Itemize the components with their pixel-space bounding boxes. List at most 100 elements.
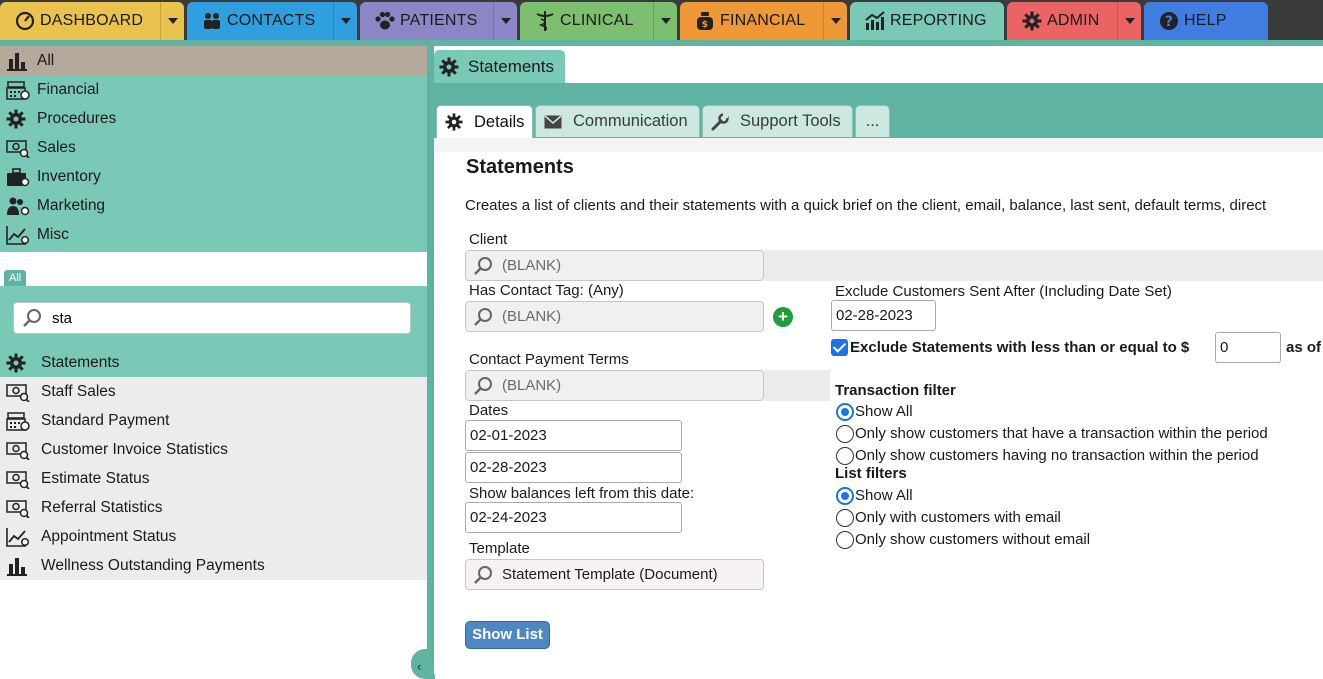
chevron-down-icon[interactable] xyxy=(333,2,357,40)
nav-tab-patients[interactable]: PATIENTS xyxy=(360,2,517,40)
nav-tab-reporting[interactable]: REPORTING xyxy=(850,2,1004,40)
exclude-less-checkbox[interactable] xyxy=(831,339,848,356)
report-search[interactable] xyxy=(13,302,411,334)
category-list: All Financial Procedures Sales Inventory xyxy=(0,46,427,252)
report-item-statements[interactable]: Statements xyxy=(0,348,427,377)
chevron-down-icon[interactable] xyxy=(160,2,184,40)
tab-details[interactable]: Details xyxy=(436,105,533,138)
nav-tab-label: HELP xyxy=(1184,12,1227,29)
exclude-sent-date-field[interactable]: 02-28-2023 xyxy=(831,300,936,331)
chevron-down-icon[interactable] xyxy=(823,2,847,40)
payment-terms-value: (BLANK) xyxy=(502,377,562,394)
chevron-down-icon[interactable] xyxy=(493,2,517,40)
tab-support-tools[interactable]: Support Tools xyxy=(702,105,853,137)
report-item-label: Statements xyxy=(41,353,120,371)
exclude-less-amount[interactable]: 0 xyxy=(1215,332,1281,363)
category-item-marketing[interactable]: Marketing xyxy=(0,191,427,220)
date-from-field[interactable]: 02-01-2023 xyxy=(465,420,682,451)
line-chart-icon xyxy=(6,526,30,548)
nav-tab-financial[interactable]: $ FINANCIAL xyxy=(680,2,847,40)
list-show-all-radio[interactable] xyxy=(836,487,854,505)
transaction-none-radio[interactable] xyxy=(836,447,854,465)
search-icon xyxy=(473,565,493,585)
dates-label: Dates xyxy=(469,402,509,419)
briefcase-icon xyxy=(6,166,30,188)
nav-tab-clinical[interactable]: CLINICAL xyxy=(520,2,677,40)
list-option-label: Only show customers without email xyxy=(855,531,1091,548)
tab-label: ... xyxy=(865,112,880,130)
list-filters-label: List filters xyxy=(835,465,907,482)
report-item-label: Customer Invoice Statistics xyxy=(41,440,228,458)
transaction-within-period-radio[interactable] xyxy=(836,425,854,443)
search-icon xyxy=(473,376,493,396)
template-lookup[interactable]: Statement Template (Document) xyxy=(465,559,764,590)
wrench-icon xyxy=(711,112,731,131)
nav-tab-label: ADMIN xyxy=(1047,12,1100,29)
category-item-inventory[interactable]: Inventory xyxy=(0,162,427,191)
template-label: Template xyxy=(469,540,530,557)
chevron-down-icon[interactable] xyxy=(653,2,677,40)
tab-communication[interactable]: Communication xyxy=(535,105,700,137)
transaction-show-all-radio[interactable] xyxy=(836,403,854,421)
gear-icon xyxy=(439,57,461,77)
page-tab-label: Statements xyxy=(468,56,554,76)
nav-tab-contacts[interactable]: CONTACTS xyxy=(187,2,357,40)
nav-tab-label: FINANCIAL xyxy=(720,12,806,29)
category-label: Misc xyxy=(37,225,69,243)
report-item-appointment-status[interactable]: Appointment Status xyxy=(0,522,427,551)
nav-tab-label: CONTACTS xyxy=(227,12,316,29)
sidebar-splitter[interactable] xyxy=(427,46,434,674)
exclude-sent-label: Exclude Customers Sent After (Including … xyxy=(835,283,1172,300)
filter-tag: All xyxy=(4,270,27,286)
category-item-misc[interactable]: Misc xyxy=(0,220,427,249)
category-item-sales[interactable]: Sales xyxy=(0,133,427,162)
tab-more[interactable]: ... xyxy=(855,105,890,137)
report-item-label: Standard Payment xyxy=(41,411,170,429)
show-list-button[interactable]: Show List xyxy=(465,621,550,649)
collapse-sidebar-button[interactable]: ‹ xyxy=(411,649,435,679)
list-without-email-radio[interactable] xyxy=(836,531,854,549)
list-option-label: Only with customers with email xyxy=(855,509,1061,526)
transaction-option-label: Only show customers having no transactio… xyxy=(855,447,1259,464)
nav-tab-help[interactable]: ? HELP xyxy=(1144,2,1268,40)
money-search-icon xyxy=(6,497,30,519)
client-row-bg xyxy=(764,250,1323,281)
client-lookup[interactable]: (BLANK) xyxy=(465,250,764,281)
contact-tag-value: (BLANK) xyxy=(502,308,562,325)
report-item-label: Staff Sales xyxy=(41,382,116,400)
report-item-customer-invoice-statistics[interactable]: Customer Invoice Statistics xyxy=(0,435,427,464)
nav-tab-admin[interactable]: ADMIN xyxy=(1007,2,1141,40)
date-to-field[interactable]: 02-28-2023 xyxy=(465,452,682,483)
report-sidebar: All Financial Procedures Sales Inventory xyxy=(0,46,427,674)
category-label: Sales xyxy=(37,138,76,156)
line-chart-icon xyxy=(6,224,30,246)
category-item-financial[interactable]: Financial xyxy=(0,75,427,104)
svg-text:$: $ xyxy=(702,20,708,30)
details-content: Statements Creates a list of clients and… xyxy=(434,138,1323,674)
contact-tag-lookup[interactable]: (BLANK) xyxy=(465,301,764,332)
payment-terms-label: Contact Payment Terms xyxy=(469,351,629,368)
add-tag-button[interactable]: + xyxy=(773,307,793,327)
search-input[interactable] xyxy=(50,308,390,328)
chevron-down-icon[interactable] xyxy=(1117,2,1141,40)
category-item-all[interactable]: All xyxy=(0,46,427,75)
payment-terms-lookup[interactable]: (BLANK) xyxy=(465,370,764,401)
report-description: Creates a list of clients and their stat… xyxy=(465,197,1267,214)
report-item-standard-payment[interactable]: Standard Payment xyxy=(0,406,427,435)
money-bag-icon: $ xyxy=(694,10,716,32)
page-tab-statements[interactable]: Statements xyxy=(434,50,565,83)
category-item-procedures[interactable]: Procedures xyxy=(0,104,427,133)
nav-tab-label: PATIENTS xyxy=(400,12,478,29)
list-with-email-radio[interactable] xyxy=(836,509,854,527)
report-item-wellness-outstanding-payments[interactable]: Wellness Outstanding Payments xyxy=(0,551,427,580)
people-search-icon xyxy=(6,195,30,217)
nav-tab-label: CLINICAL xyxy=(560,12,634,29)
report-item-label: Estimate Status xyxy=(41,469,150,487)
bar-chart-icon xyxy=(6,50,30,72)
report-item-staff-sales[interactable]: Staff Sales xyxy=(0,377,427,406)
cash-register-icon xyxy=(6,79,30,101)
report-item-referral-statistics[interactable]: Referral Statistics xyxy=(0,493,427,522)
nav-tab-dashboard[interactable]: DASHBOARD xyxy=(0,2,184,40)
balances-date-field[interactable]: 02-24-2023 xyxy=(465,502,682,533)
report-item-estimate-status[interactable]: Estimate Status xyxy=(0,464,427,493)
